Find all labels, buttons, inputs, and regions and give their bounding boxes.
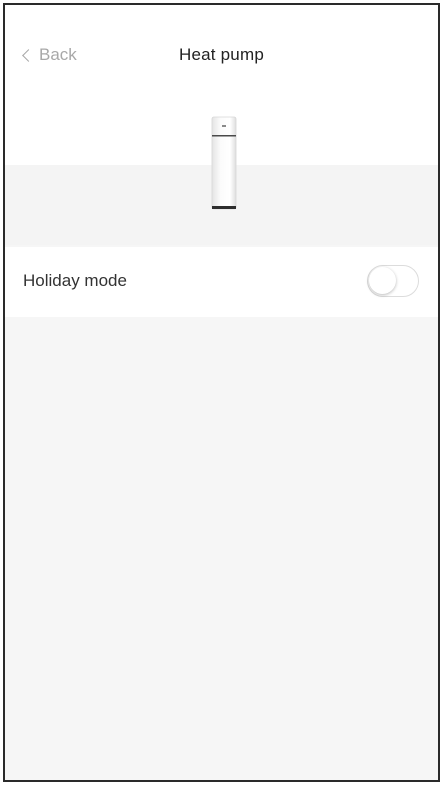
heat-pump-illustration [211,116,237,210]
page-title: Heat pump [179,45,264,64]
toggle-knob [369,267,396,294]
heat-pump-device-icon [209,115,239,213]
phone-screen: Back Heat pump Holiday mode [3,3,440,782]
holiday-mode-toggle[interactable] [367,265,419,297]
holiday-mode-label: Holiday mode [23,271,127,290]
holiday-mode-row: Holiday mode [5,247,438,317]
